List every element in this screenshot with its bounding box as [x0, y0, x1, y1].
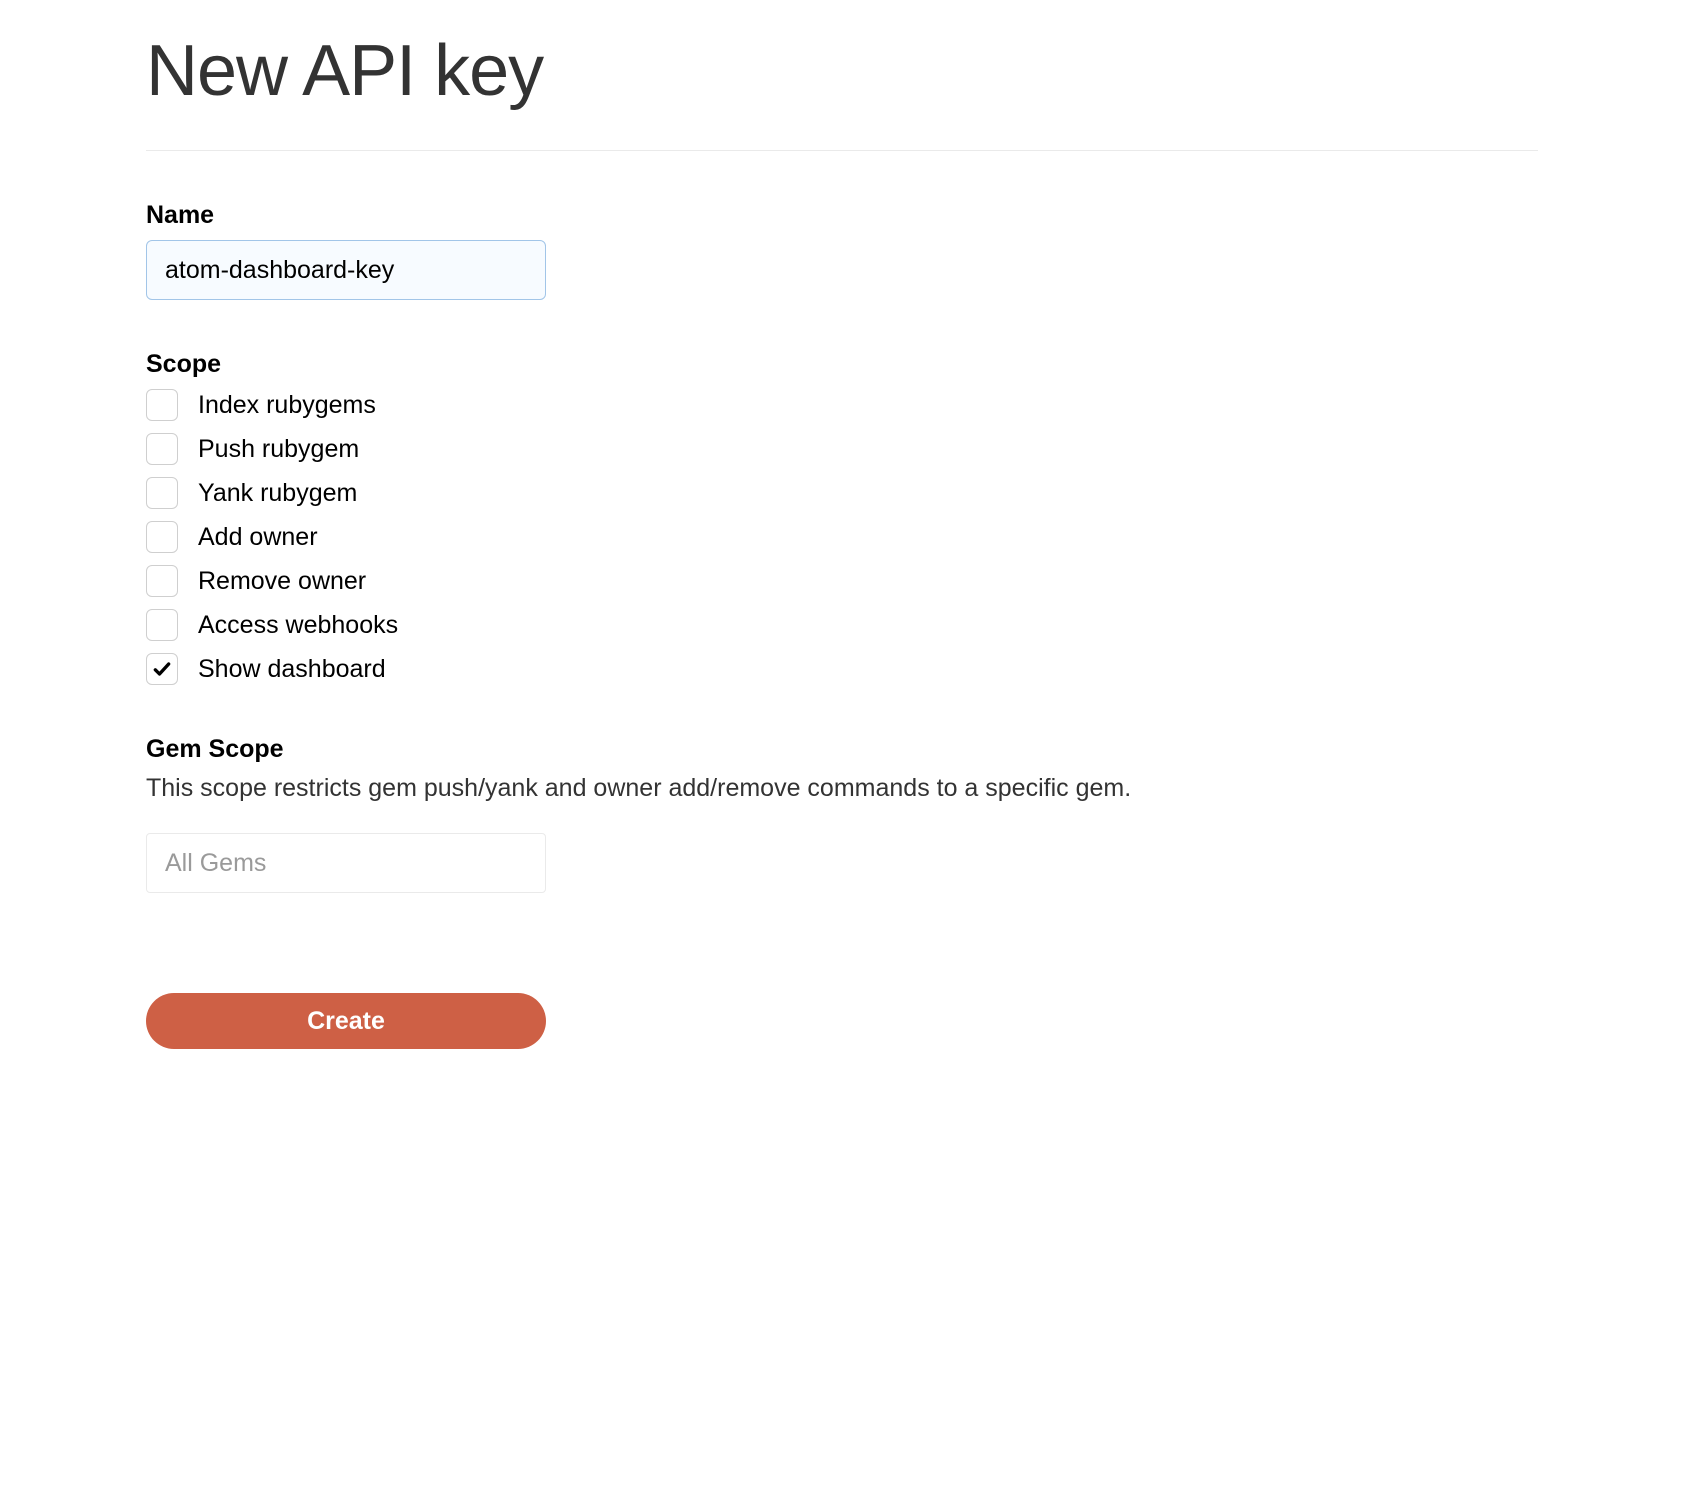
scope-row-remove-owner: Remove owner [146, 565, 1538, 597]
scope-row-access-webhooks: Access webhooks [146, 609, 1538, 641]
scope-item-label: Remove owner [198, 567, 366, 596]
checkbox-wrap-yank-rubygem[interactable] [146, 477, 178, 509]
gem-scope-label: Gem Scope [146, 735, 1538, 764]
page-title: New API key [146, 30, 1538, 112]
scope-section: Scope Index rubygems Push rubygem Yank rub… [146, 350, 1538, 685]
scope-row-show-dashboard: Show dashboard [146, 653, 1538, 685]
scope-item-label: Index rubygems [198, 391, 376, 420]
scope-label: Scope [146, 350, 1538, 379]
create-button[interactable]: Create [146, 993, 546, 1049]
scope-item-label: Push rubygem [198, 435, 359, 464]
checkbox-wrap-access-webhooks[interactable] [146, 609, 178, 641]
checkbox-wrap-push-rubygem[interactable] [146, 433, 178, 465]
checkbox-wrap-show-dashboard[interactable] [146, 653, 178, 685]
name-input[interactable] [146, 240, 546, 300]
scope-row-yank-rubygem: Yank rubygem [146, 477, 1538, 509]
gem-scope-selected: All Gems [165, 849, 266, 878]
gem-scope-description: This scope restricts gem push/yank and o… [146, 774, 1538, 803]
checkbox-wrap-remove-owner[interactable] [146, 565, 178, 597]
scope-item-label: Yank rubygem [198, 479, 357, 508]
scope-item-label: Show dashboard [198, 655, 386, 684]
name-label: Name [146, 201, 1538, 230]
scope-row-index-rubygems: Index rubygems [146, 389, 1538, 421]
scope-row-push-rubygem: Push rubygem [146, 433, 1538, 465]
checkbox-wrap-index-rubygems[interactable] [146, 389, 178, 421]
scope-row-add-owner: Add owner [146, 521, 1538, 553]
scope-item-label: Add owner [198, 523, 318, 552]
name-section: Name [146, 201, 1538, 300]
scope-list: Index rubygems Push rubygem Yank rubygem Ad… [146, 389, 1538, 685]
scope-item-label: Access webhooks [198, 611, 398, 640]
gem-scope-select[interactable]: All Gems [146, 833, 546, 893]
title-divider [146, 150, 1538, 151]
checkbox-wrap-add-owner[interactable] [146, 521, 178, 553]
gem-scope-section: Gem Scope This scope restricts gem push/… [146, 735, 1538, 893]
